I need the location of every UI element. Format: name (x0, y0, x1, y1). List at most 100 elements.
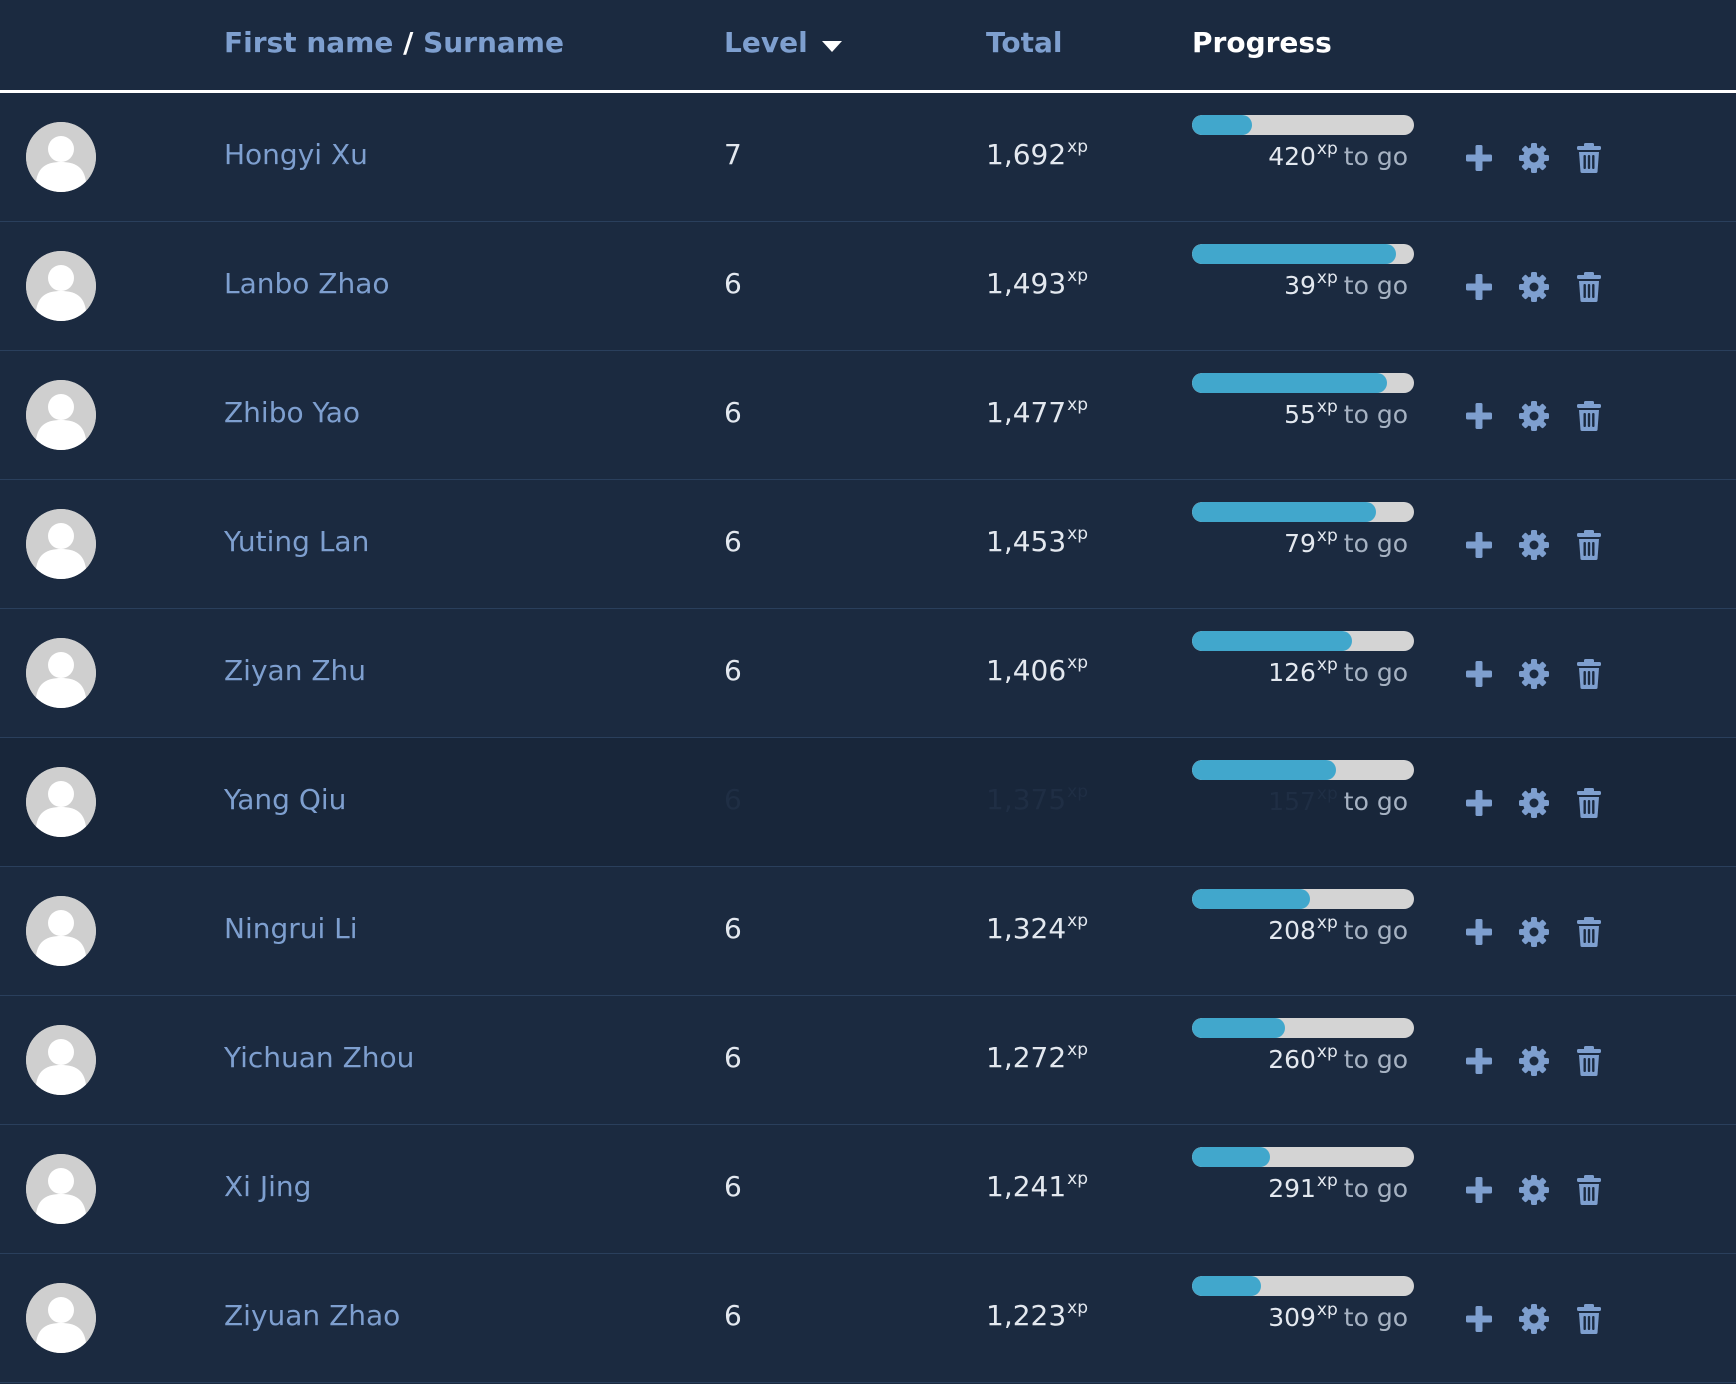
user-avatar-icon (26, 1154, 96, 1224)
total-value: 1,272 (986, 1041, 1067, 1074)
xp-unit: xp (1316, 139, 1338, 159)
xp-unit: xp (1067, 523, 1089, 544)
xp-unit: xp (1067, 1168, 1089, 1189)
user-level: 6 (724, 267, 742, 300)
xp-remaining: 55xp to go (1192, 397, 1408, 430)
user-name[interactable]: Xi Jing (224, 1170, 311, 1203)
user-name[interactable]: Ningrui Li (224, 912, 358, 945)
add-xp-button[interactable] (1463, 529, 1495, 561)
remaining-value: 39 (1284, 271, 1316, 301)
add-xp-button[interactable] (1463, 658, 1495, 690)
settings-button[interactable] (1518, 271, 1550, 303)
settings-button[interactable] (1518, 787, 1550, 819)
user-name[interactable]: Yichuan Zhou (224, 1041, 414, 1074)
trash-icon (1577, 143, 1601, 173)
user-avatar-icon (26, 380, 96, 450)
settings-button[interactable] (1518, 1174, 1550, 1206)
user-name[interactable]: Yuting Lan (224, 525, 369, 558)
plus-icon (1466, 532, 1492, 558)
gear-icon (1519, 272, 1549, 302)
gear-icon (1519, 917, 1549, 947)
user-total-xp: 1,375xp (986, 781, 1089, 816)
xp-unit: xp (1316, 1300, 1338, 1320)
user-avatar-icon (26, 767, 96, 837)
gear-icon (1519, 530, 1549, 560)
to-go-label: to go (1343, 787, 1408, 817)
total-value: 1,453 (986, 525, 1067, 558)
xp-unit: xp (1316, 913, 1338, 933)
column-header-level[interactable]: Level (724, 26, 842, 59)
add-xp-button[interactable] (1463, 400, 1495, 432)
delete-button[interactable] (1573, 1174, 1605, 1206)
trash-icon (1577, 788, 1601, 818)
column-header-total[interactable]: Total (986, 26, 1063, 59)
table-row: Yichuan Zhou 6 1,272xp 260xp to go (0, 996, 1736, 1125)
add-xp-button[interactable] (1463, 916, 1495, 948)
delete-button[interactable] (1573, 400, 1605, 432)
delete-button[interactable] (1573, 1045, 1605, 1077)
xp-unit: xp (1067, 265, 1089, 286)
table-row: Ziyan Zhu 6 1,406xp 126xp to go (0, 609, 1736, 738)
user-name[interactable]: Ziyan Zhu (224, 654, 366, 687)
column-header-progress[interactable]: Progress (1192, 26, 1332, 59)
delete-button[interactable] (1573, 916, 1605, 948)
progress-bar (1192, 115, 1414, 135)
remaining-value: 157 (1268, 787, 1316, 817)
progress-bar (1192, 1276, 1414, 1296)
remaining-value: 420 (1268, 142, 1316, 172)
progress-bar (1192, 631, 1414, 651)
user-avatar-icon (26, 1025, 96, 1095)
to-go-label: to go (1343, 1174, 1408, 1204)
xp-unit: xp (1067, 781, 1089, 802)
add-xp-button[interactable] (1463, 271, 1495, 303)
plus-icon (1466, 1306, 1492, 1332)
settings-button[interactable] (1518, 658, 1550, 690)
trash-icon (1577, 272, 1601, 302)
delete-button[interactable] (1573, 271, 1605, 303)
settings-button[interactable] (1518, 1303, 1550, 1335)
user-name[interactable]: Lanbo Zhao (224, 267, 390, 300)
xp-unit: xp (1067, 910, 1089, 931)
xp-remaining: 291xp to go (1192, 1171, 1408, 1204)
xp-unit: xp (1316, 1171, 1338, 1191)
user-level: 6 (724, 783, 742, 816)
plus-icon (1466, 919, 1492, 945)
delete-button[interactable] (1573, 142, 1605, 174)
xp-unit: xp (1316, 397, 1338, 417)
user-name[interactable]: Zhibo Yao (224, 396, 360, 429)
user-name[interactable]: Ziyuan Zhao (224, 1299, 400, 1332)
user-total-xp: 1,272xp (986, 1040, 1088, 1074)
trash-icon (1577, 1175, 1601, 1205)
settings-button[interactable] (1518, 529, 1550, 561)
add-xp-button[interactable] (1463, 1045, 1495, 1077)
total-value: 1,493 (986, 267, 1067, 300)
settings-button[interactable] (1518, 1045, 1550, 1077)
remaining-value: 291 (1268, 1174, 1316, 1204)
table-row: Ningrui Li 6 1,324xp 208xp to go (0, 867, 1736, 996)
remaining-value: 55 (1284, 400, 1316, 430)
table-row: Zhibo Yao 6 1,477xp 55xp to go (0, 351, 1736, 480)
delete-button[interactable] (1573, 658, 1605, 690)
column-header-name[interactable]: First name / Surname (224, 26, 564, 59)
user-level: 6 (724, 912, 742, 945)
progress-bar (1192, 1147, 1414, 1167)
remaining-value: 309 (1268, 1303, 1316, 1333)
add-xp-button[interactable] (1463, 1174, 1495, 1206)
user-name[interactable]: Yang Qiu (224, 783, 346, 816)
gear-icon (1519, 401, 1549, 431)
delete-button[interactable] (1573, 787, 1605, 819)
progress-bar (1192, 889, 1414, 909)
delete-button[interactable] (1573, 529, 1605, 561)
xp-unit: xp (1067, 136, 1089, 157)
gear-icon (1519, 659, 1549, 689)
delete-button[interactable] (1573, 1303, 1605, 1335)
user-name[interactable]: Hongyi Xu (224, 138, 368, 171)
add-xp-button[interactable] (1463, 787, 1495, 819)
surname-label: Surname (423, 26, 564, 59)
settings-button[interactable] (1518, 916, 1550, 948)
to-go-label: to go (1343, 400, 1408, 430)
settings-button[interactable] (1518, 400, 1550, 432)
add-xp-button[interactable] (1463, 142, 1495, 174)
settings-button[interactable] (1518, 142, 1550, 174)
add-xp-button[interactable] (1463, 1303, 1495, 1335)
